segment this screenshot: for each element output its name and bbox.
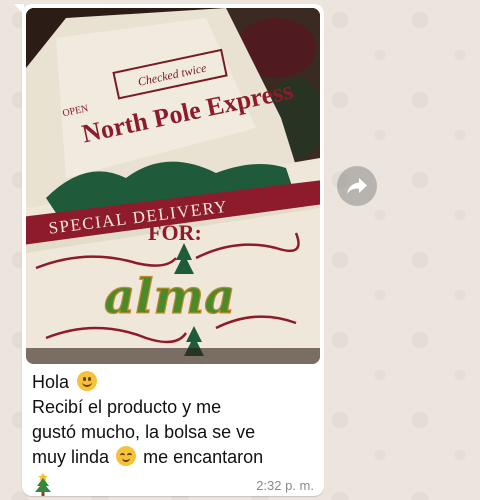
caption-line-1: Hola — [32, 372, 70, 392]
forward-arrow-icon — [347, 178, 367, 194]
caption-line-2: Recibí el producto y me — [32, 397, 222, 417]
christmas-tree-icon — [35, 473, 51, 496]
caption-line-5: me encantaron — [143, 447, 264, 467]
sack-name: alma — [104, 269, 235, 325]
message-timestamp: 2:32 p. m. — [256, 478, 314, 493]
relieved-face-icon — [116, 446, 137, 466]
caption-line-4: muy linda — [32, 447, 110, 467]
slightly-smiling-face-icon — [77, 371, 98, 391]
sack-for-label: FOR: — [148, 220, 202, 245]
message-caption: Hola Recibí el producto y me gustó mucho… — [32, 370, 316, 470]
incoming-message-bubble[interactable]: Checked twice North Pole Express OPEN SP… — [22, 4, 324, 496]
forward-button[interactable] — [337, 166, 377, 206]
message-photo[interactable]: Checked twice North Pole Express OPEN SP… — [26, 8, 320, 364]
santa-sack-illustration: Checked twice North Pole Express OPEN SP… — [26, 8, 320, 364]
caption-line-3: gustó mucho, la bolsa se ve — [32, 422, 256, 442]
